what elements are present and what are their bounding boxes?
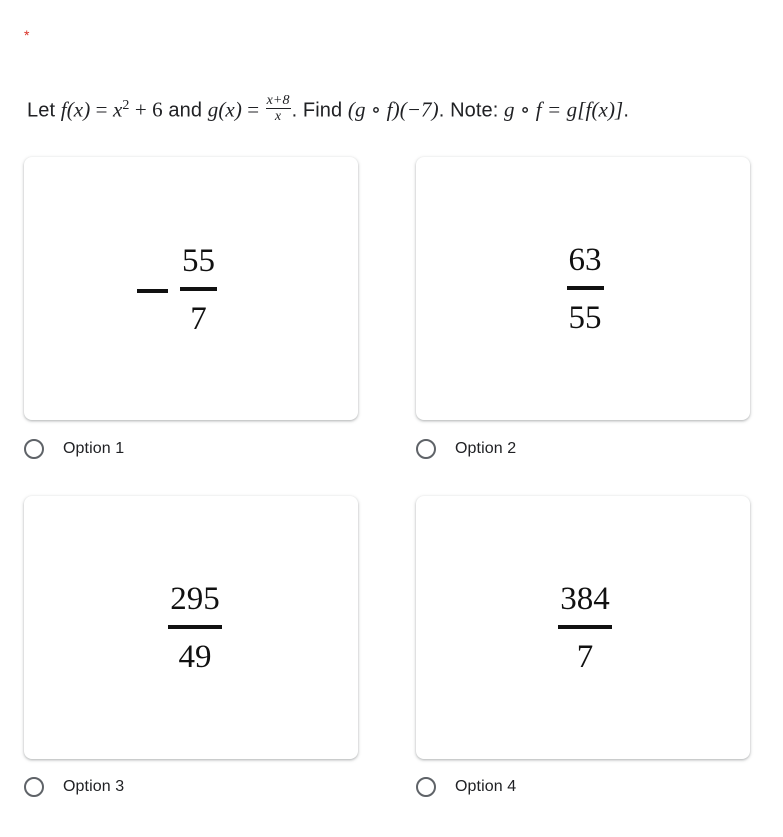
question-period: . bbox=[291, 99, 303, 122]
answer-fraction-4: 384 7 bbox=[418, 579, 752, 677]
radio-button-icon[interactable] bbox=[24, 777, 44, 797]
answer-fraction-3: 295 49 bbox=[28, 579, 362, 677]
option-radio-row-2[interactable]: Option 2 bbox=[416, 435, 516, 463]
option-label[interactable]: Option 2 bbox=[455, 440, 516, 458]
option-image-card-2: 63 55 bbox=[416, 157, 750, 420]
fraction: 63 55 bbox=[566, 240, 604, 338]
fraction-bar bbox=[180, 287, 217, 291]
question-period: . bbox=[623, 99, 630, 122]
math-g-denominator: x bbox=[274, 108, 282, 124]
option-radio-row-3[interactable]: Option 3 bbox=[24, 773, 124, 801]
fraction-numerator: 63 bbox=[568, 242, 602, 278]
fraction-numerator: 384 bbox=[560, 581, 610, 617]
radio-button-icon[interactable] bbox=[24, 439, 44, 459]
fraction-numerator: 55 bbox=[182, 243, 215, 279]
radio-button-icon[interactable] bbox=[416, 439, 436, 459]
math-f-of-x: f(x) bbox=[60, 97, 91, 122]
math-x: x bbox=[112, 97, 123, 122]
option-radio-row-4[interactable]: Option 4 bbox=[416, 773, 516, 801]
option-radio-row-1[interactable]: Option 1 bbox=[24, 435, 124, 463]
fraction-denominator: 55 bbox=[568, 300, 602, 336]
math-g-numerator: x+8 bbox=[265, 92, 291, 109]
required-marker: * bbox=[24, 27, 30, 43]
fraction-denominator: 49 bbox=[178, 639, 212, 675]
fraction-numerator: 295 bbox=[170, 581, 220, 617]
fraction-bar bbox=[566, 286, 604, 290]
fraction: 295 49 bbox=[168, 579, 222, 677]
question-text: Let f(x) = x2 + 6 and g(x) = x+8 x. Find … bbox=[27, 86, 629, 131]
minus-sign bbox=[137, 289, 168, 293]
fraction: 384 7 bbox=[558, 579, 612, 677]
math-composition: (g ∘ f)(−7) bbox=[347, 97, 439, 122]
radio-button-icon[interactable] bbox=[416, 777, 436, 797]
option-image-card-4: 384 7 bbox=[416, 496, 750, 759]
math-equals: = bbox=[241, 97, 265, 122]
option-label[interactable]: Option 3 bbox=[63, 778, 124, 796]
option-image-card-1: 55 7 bbox=[24, 157, 358, 420]
option-label[interactable]: Option 4 bbox=[455, 778, 516, 796]
math-plus-six: + 6 bbox=[129, 97, 163, 122]
fraction-bar bbox=[168, 625, 222, 629]
answer-fraction-2: 63 55 bbox=[418, 240, 752, 338]
fraction-bar bbox=[558, 625, 612, 629]
math-exponent: 2 bbox=[122, 98, 130, 113]
answer-fraction-1: 55 7 bbox=[10, 241, 344, 339]
math-g-of-x: g(x) bbox=[207, 97, 242, 122]
math-equals: = bbox=[90, 97, 113, 122]
fraction: 55 7 bbox=[180, 241, 217, 339]
math-note-expression: g ∘ f = g[f(x)] bbox=[504, 97, 624, 122]
question-note-label: Note: bbox=[450, 99, 505, 122]
option-image-card-3: 295 49 bbox=[24, 496, 358, 759]
math-g-fraction: x+8 x bbox=[265, 92, 291, 124]
question-find: Find bbox=[302, 99, 348, 122]
question-period: . bbox=[438, 99, 451, 122]
fraction-denominator: 7 bbox=[576, 639, 594, 675]
question-and: and bbox=[162, 99, 208, 122]
question-let: Let bbox=[27, 99, 61, 122]
option-label[interactable]: Option 1 bbox=[63, 440, 124, 458]
fraction-denominator: 7 bbox=[190, 301, 207, 337]
